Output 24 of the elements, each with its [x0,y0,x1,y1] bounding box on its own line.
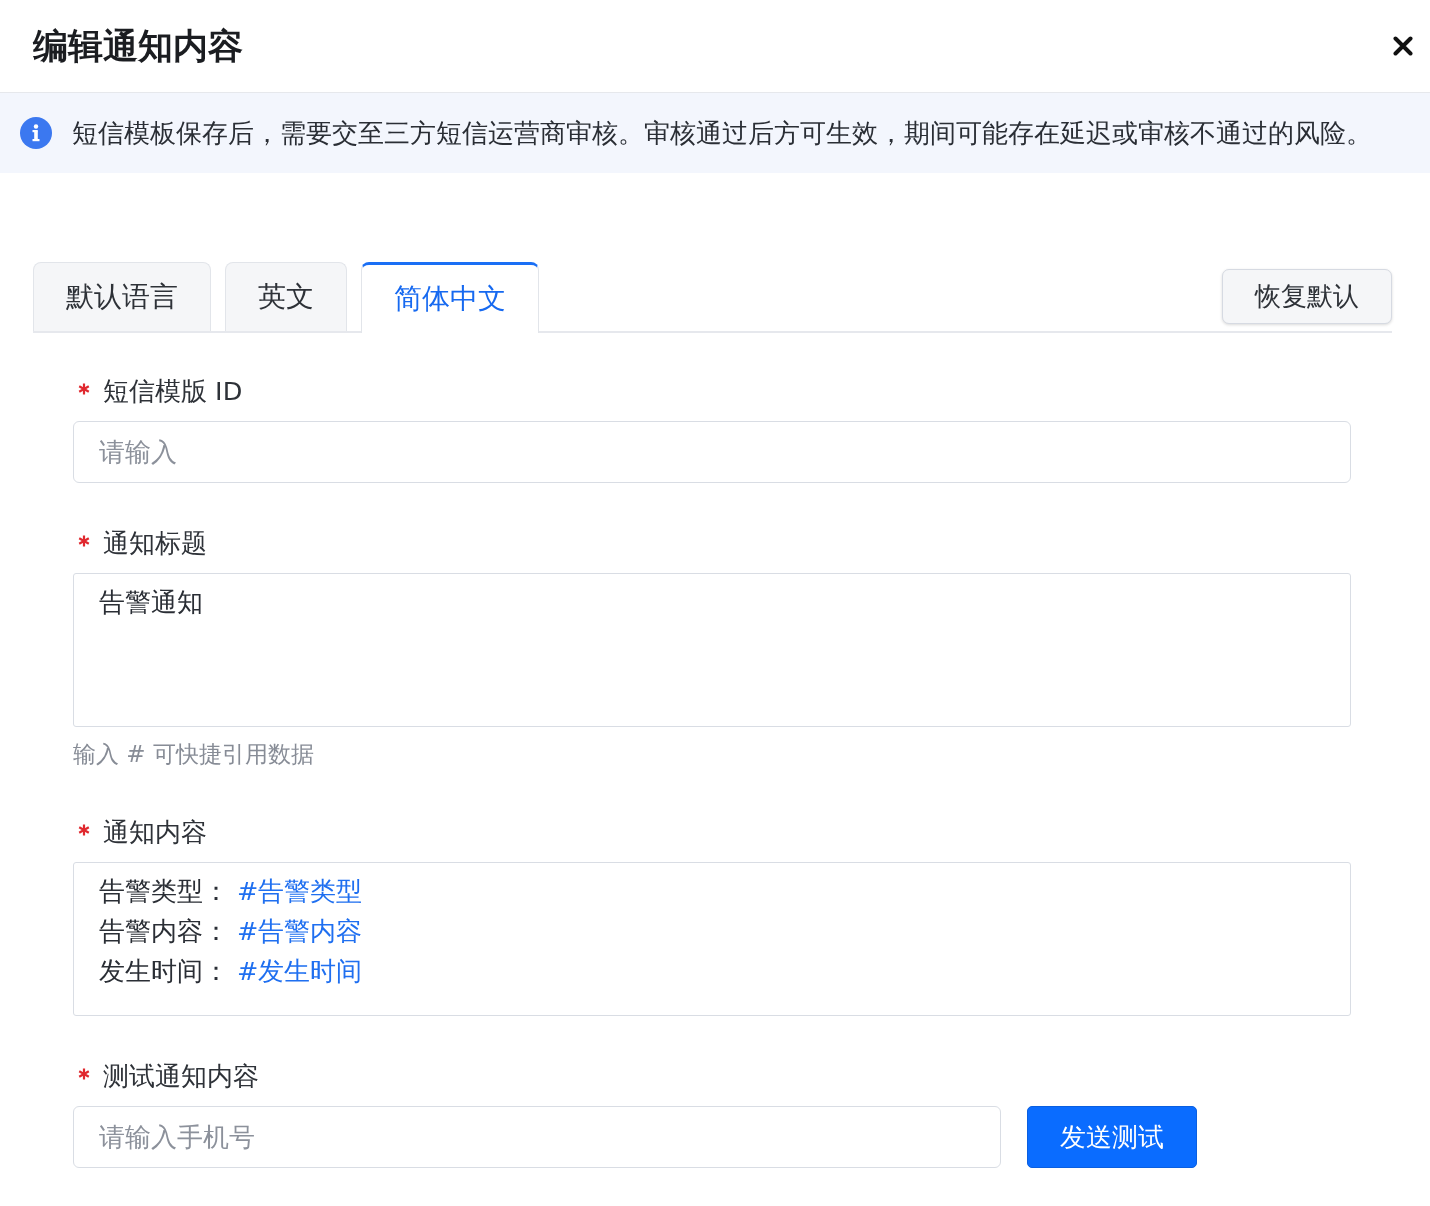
line-label: 告警内容： [99,915,229,948]
send-test-button[interactable]: 发送测试 [1027,1106,1197,1168]
content-textarea[interactable]: 告警类型： #告警类型 告警内容： #告警内容 发生时间： #发生时间 [73,862,1351,1016]
field-label: 测试通知内容 [103,1060,259,1093]
dialog-title: 编辑通知内容 [33,25,243,68]
close-icon[interactable] [1393,36,1413,56]
phone-input[interactable]: 请输入手机号 [73,1106,1001,1168]
reference-token: #告警内容 [237,915,363,948]
field-label: 通知内容 [103,816,207,849]
template-id-input[interactable]: 请输入 [73,421,1351,483]
line-label: 告警类型： [99,875,229,908]
notice-text: 短信模板保存后，需要交至三方短信运营商审核。审核通过后方可生效，期间可能存在延迟或审核不通过的风险。 [72,117,1372,150]
language-tab[interactable]: 默认语言 [33,262,211,331]
title-textarea[interactable]: 告警通知 [73,573,1351,727]
field-label: 短信模版 ID [103,375,243,408]
reset-button[interactable]: 恢复默认 [1222,269,1392,324]
line-label: 发生时间： [99,955,229,988]
language-tab[interactable]: 英文 [225,262,347,331]
reference-token: #告警类型 [237,875,363,908]
field-label: 通知标题 [103,527,207,560]
reference-token: #发生时间 [237,955,363,988]
info-icon [20,117,52,149]
language-tab[interactable]: 简体中文 [361,262,539,333]
hint-text: 输入 # 可快捷引用数据 [73,740,315,769]
